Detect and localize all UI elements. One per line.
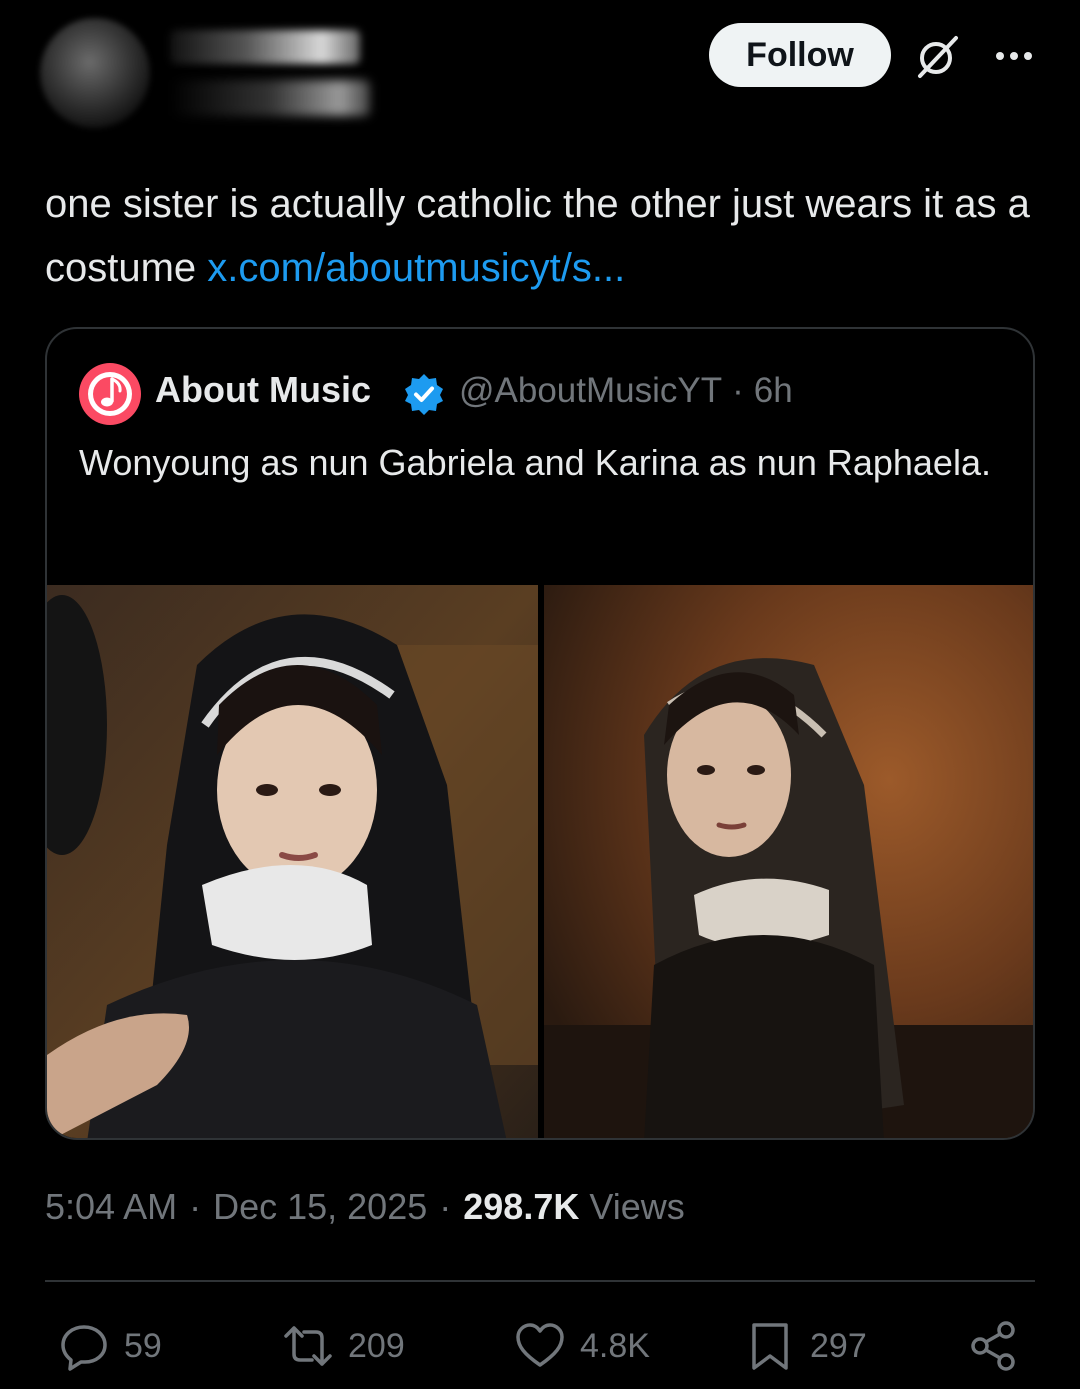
quote-photo-2[interactable] [544, 585, 1033, 1138]
tweet-text: one sister is actually catholic the othe… [45, 172, 1035, 300]
repost-count: 209 [348, 1326, 405, 1365]
like-button[interactable]: 4.8K [514, 1318, 650, 1374]
meta-separator: · [189, 1186, 202, 1227]
views-count[interactable]: 298.7K [463, 1186, 579, 1227]
post-meta: 5:04 AM · Dec 15, 2025 · 298.7K Views [45, 1186, 685, 1228]
post-date[interactable]: Dec 15, 2025 [213, 1186, 427, 1227]
share-button[interactable] [968, 1318, 1034, 1374]
bookmark-icon [752, 1323, 788, 1370]
quoted-post[interactable]: About Music @AboutMusicYT · 6h Wonyoung as… [45, 327, 1035, 1140]
quote-meta: @AboutMusicYT · 6h [459, 371, 793, 411]
author-handle-redacted[interactable] [170, 80, 370, 116]
music-note-icon [88, 372, 132, 416]
tweet-link[interactable]: x.com/aboutmusicyt/s... [207, 246, 625, 290]
quote-handle[interactable]: @AboutMusicYT [459, 371, 722, 410]
like-count: 4.8K [580, 1326, 650, 1365]
author-avatar[interactable] [40, 18, 150, 128]
views-label: Views [589, 1186, 685, 1227]
more-dots-icon[interactable] [990, 32, 1038, 80]
author-name-redacted[interactable] [170, 30, 360, 64]
heart-icon [516, 1323, 564, 1367]
bookmark-count: 297 [810, 1326, 867, 1365]
follow-button[interactable]: Follow [709, 23, 891, 87]
post-time[interactable]: 5:04 AM [45, 1186, 177, 1227]
quote-separator: · [732, 371, 744, 410]
verified-badge-icon [402, 372, 446, 416]
quote-time[interactable]: 6h [754, 371, 793, 410]
quote-author-name[interactable]: About Music [155, 369, 371, 411]
reply-button[interactable]: 59 [58, 1318, 162, 1374]
quote-text: Wonyoung as nun Gabriela and Karina as n… [79, 442, 991, 483]
quote-photo-1[interactable] [47, 585, 538, 1138]
repost-button[interactable]: 209 [282, 1318, 405, 1374]
bookmark-button[interactable]: 297 [744, 1318, 867, 1374]
reply-count: 59 [124, 1326, 162, 1365]
grok-icon[interactable] [912, 30, 964, 82]
divider [45, 1280, 1035, 1282]
reply-icon [61, 1325, 107, 1371]
share-icon [971, 1321, 1015, 1371]
meta-separator: · [439, 1186, 452, 1227]
repost-icon [284, 1326, 332, 1366]
quote-avatar[interactable] [79, 363, 141, 425]
